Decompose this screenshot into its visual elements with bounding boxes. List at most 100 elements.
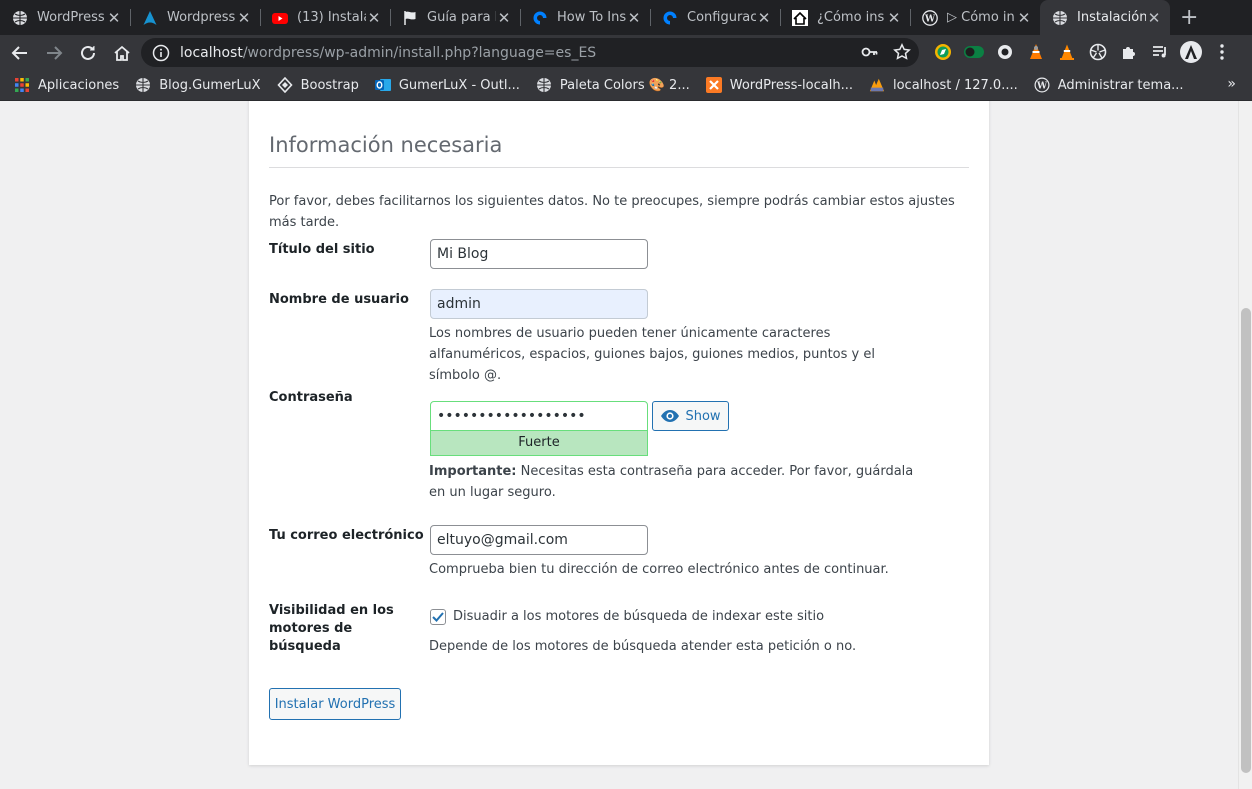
digitalocean-icon: [532, 10, 548, 26]
close-icon[interactable]: ✕: [236, 9, 252, 27]
close-icon[interactable]: ✕: [106, 9, 122, 27]
close-icon[interactable]: ✕: [1146, 9, 1162, 27]
extensions-puzzle-icon[interactable]: [1118, 41, 1140, 63]
browser-tabstrip: WordPress ✕ Wordpress ✕ (13) Instala ✕ G…: [0, 0, 1252, 35]
search-visibility-checkbox-label[interactable]: Disuadir a los motores de búsqueda de in…: [453, 607, 824, 627]
password-important-label: Importante:: [429, 464, 517, 479]
email-label: Tu correo electrónico: [269, 528, 424, 543]
browser-tab[interactable]: W ▷ Cómo in ✕: [910, 0, 1040, 35]
close-icon[interactable]: ✕: [756, 9, 772, 27]
bookmark-item[interactable]: W Administrar tema...: [1034, 77, 1184, 93]
tab-title: Wordpress: [167, 10, 236, 25]
browser-tab[interactable]: Configurac ✕: [650, 0, 780, 35]
browser-tab-active[interactable]: Instalación ✕: [1040, 0, 1170, 35]
media-queue-icon[interactable]: [1149, 41, 1171, 63]
reload-button[interactable]: [74, 39, 102, 67]
extension-traffic-cone-icon[interactable]: [1025, 41, 1047, 63]
bookmark-item[interactable]: Boostrap: [276, 77, 359, 93]
show-password-button[interactable]: Show: [652, 401, 729, 431]
bookmark-item[interactable]: WordPress-localh...: [705, 77, 853, 93]
browser-tab[interactable]: (13) Instala ✕: [260, 0, 390, 35]
info-icon[interactable]: [152, 44, 170, 62]
browser-tab[interactable]: Guía para l ✕: [390, 0, 520, 35]
close-icon[interactable]: ✕: [496, 9, 512, 27]
outlook-icon: [374, 77, 391, 93]
browser-toolbar: localhost/wordpress/wp-admin/install.php…: [0, 35, 1252, 70]
bookmarks-bar: Aplicaciones Blog.GumerLuX Boostrap Gume…: [0, 70, 1252, 101]
youtube-icon: [272, 10, 288, 26]
wordpress-icon: W: [922, 9, 938, 26]
extension-aperture-icon[interactable]: [1087, 41, 1109, 63]
bookmark-item[interactable]: GumerLuX - Outl...: [374, 77, 520, 93]
arch-logo-icon: [142, 10, 158, 26]
page-title: Información necesaria: [269, 133, 969, 168]
close-icon[interactable]: ✕: [366, 9, 382, 27]
svg-text:W: W: [924, 14, 936, 24]
bookmark-label: Administrar tema...: [1057, 77, 1184, 93]
reload-icon: [81, 45, 95, 60]
bookmark-item[interactable]: Paleta Colors 🎨 2...: [536, 77, 690, 93]
arrow-right-icon: [47, 45, 63, 60]
extension-circle-icon[interactable]: [994, 41, 1016, 63]
page-scrollbar[interactable]: [1238, 101, 1252, 789]
extensions-area: [932, 41, 1233, 63]
bookmark-label: Blog.GumerLuX: [159, 77, 261, 93]
browser-tab[interactable]: Wordpress ✕: [130, 0, 260, 35]
close-icon[interactable]: ✕: [1016, 9, 1032, 27]
install-wordpress-button[interactable]: Instalar WordPress: [269, 688, 401, 720]
menu-kebab-icon[interactable]: [1211, 41, 1233, 63]
address-bar[interactable]: localhost/wordpress/wp-admin/install.php…: [141, 38, 919, 67]
password-help-text: Importante: Necesitas esta contraseña pa…: [429, 461, 929, 503]
bookmark-item[interactable]: localhost / 127.0....: [869, 77, 1018, 93]
home-button[interactable]: [108, 39, 136, 67]
home-icon: [114, 45, 130, 61]
address-url: localhost/wordpress/wp-admin/install.php…: [180, 45, 596, 61]
bookmark-label: Boostrap: [300, 77, 359, 93]
forward-button[interactable]: [40, 39, 68, 67]
tab-title: How To Ins: [557, 10, 626, 25]
bookmark-item[interactable]: Aplicaciones: [14, 77, 119, 93]
username-input[interactable]: [430, 289, 648, 319]
star-bookmark-icon[interactable]: [893, 43, 911, 65]
checkmark-icon: [432, 612, 444, 622]
browser-tab[interactable]: How To Ins ✕: [520, 0, 650, 35]
intro-text: Por favor, debes facilitarnos los siguie…: [269, 194, 955, 230]
close-icon[interactable]: ✕: [886, 9, 902, 27]
wordpress-icon: W: [1034, 77, 1050, 93]
boostrap-icon: [276, 77, 293, 93]
search-visibility-checkbox[interactable]: [430, 609, 446, 625]
url-host: localhost: [180, 44, 243, 61]
tab-title: ▷ Cómo in: [947, 10, 1015, 25]
bookmark-item[interactable]: Blog.GumerLuX: [135, 77, 261, 93]
email-input[interactable]: [430, 525, 648, 555]
bookmark-label: Aplicaciones: [38, 77, 120, 93]
browser-tab[interactable]: WordPress ✕: [0, 0, 130, 35]
vlc-cone-icon[interactable]: [1056, 41, 1078, 63]
extension-toggle-icon[interactable]: [963, 41, 985, 63]
flag-icon: [402, 10, 418, 26]
eye-icon: [661, 410, 680, 422]
tab-title: ¿Cómo ins: [817, 10, 885, 25]
xampp-icon: [705, 77, 722, 93]
scrollbar-thumb[interactable]: [1241, 308, 1251, 773]
new-tab-button[interactable]: +: [1180, 5, 1198, 30]
tab-title: (13) Instala: [297, 10, 366, 25]
bookmarks-overflow-button[interactable]: »: [1227, 76, 1236, 92]
browser-tab[interactable]: ¿Cómo ins ✕: [780, 0, 910, 35]
tab-title: Guía para l: [427, 10, 496, 25]
bookmark-label: localhost / 127.0....: [892, 77, 1018, 93]
key-icon[interactable]: [861, 43, 879, 65]
tab-title: Configurac: [687, 10, 756, 25]
site-title-input[interactable]: [430, 239, 648, 269]
svg-text:W: W: [1036, 82, 1048, 92]
phpmyadmin-icon: [869, 77, 885, 93]
close-icon[interactable]: ✕: [626, 9, 642, 27]
globe-icon: [1052, 10, 1068, 26]
back-button[interactable]: [6, 39, 34, 67]
profile-avatar-icon[interactable]: [1180, 41, 1202, 63]
tab-title: Instalación: [1077, 10, 1146, 25]
page-viewport: Información necesaria Por favor, debes f…: [0, 101, 1252, 789]
extension-compass-icon[interactable]: [932, 41, 954, 63]
password-input[interactable]: ••••••••••••••••••: [430, 401, 648, 431]
show-password-label: Show: [685, 408, 721, 424]
